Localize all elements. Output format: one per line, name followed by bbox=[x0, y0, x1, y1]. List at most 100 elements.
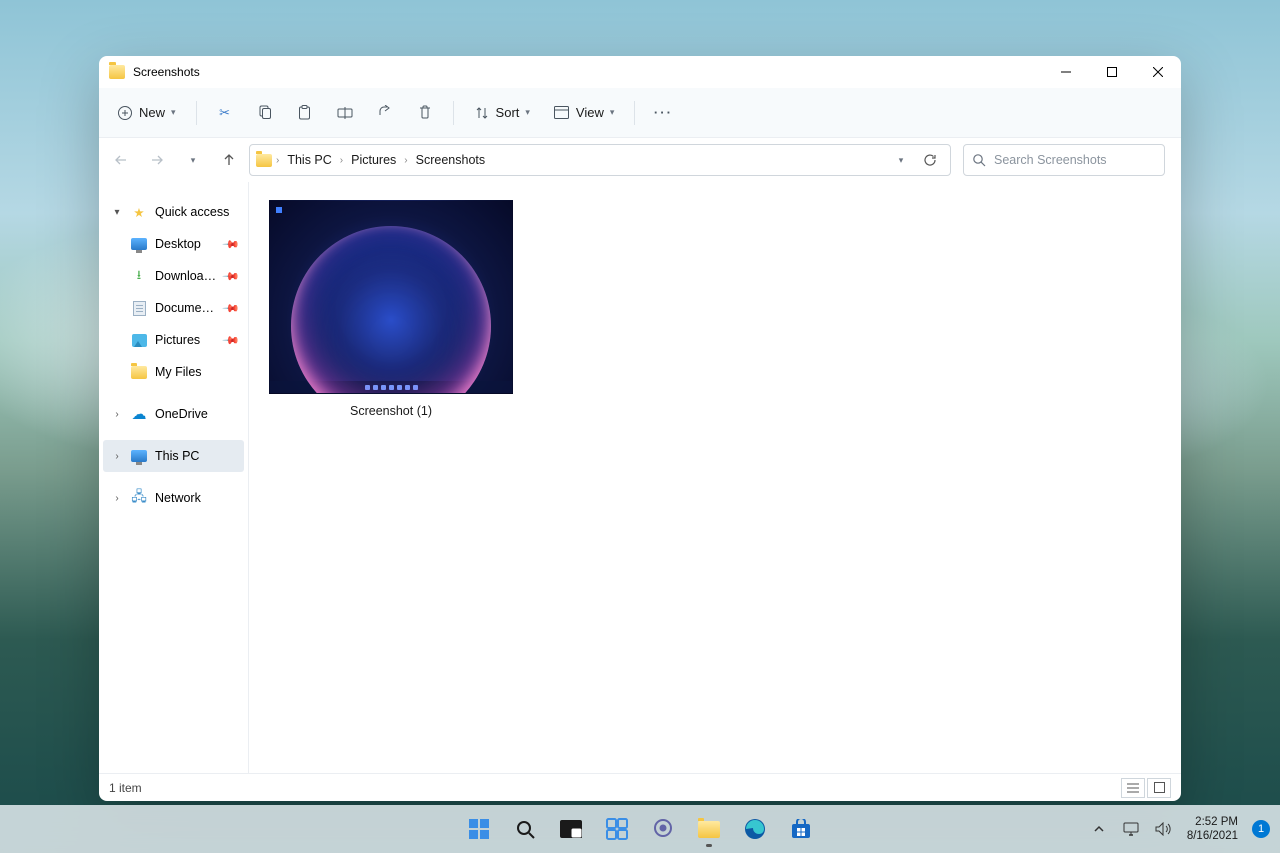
up-button[interactable] bbox=[213, 144, 245, 176]
view-button[interactable]: View ▾ bbox=[544, 96, 624, 130]
status-bar: 1 item bbox=[99, 773, 1181, 801]
volume-tray-icon[interactable] bbox=[1149, 809, 1177, 849]
task-view-button[interactable] bbox=[551, 809, 591, 849]
search-box[interactable] bbox=[963, 144, 1165, 176]
edge-app[interactable] bbox=[735, 809, 775, 849]
more-button[interactable]: ··· bbox=[645, 96, 681, 130]
file-list[interactable]: Screenshot (1) bbox=[249, 182, 1181, 773]
sidebar-item-label: My Files bbox=[155, 365, 244, 379]
notification-count: 1 bbox=[1258, 823, 1264, 835]
file-explorer-app[interactable] bbox=[689, 809, 729, 849]
store-app[interactable] bbox=[781, 809, 821, 849]
chevron-right-icon: › bbox=[276, 155, 279, 166]
sidebar-item-label: Documents bbox=[155, 301, 216, 315]
titlebar[interactable]: Screenshots bbox=[99, 56, 1181, 88]
widgets-icon bbox=[605, 817, 629, 841]
sidebar-network[interactable]: › 🖧 Network bbox=[103, 482, 244, 514]
pin-icon: 📌 bbox=[222, 267, 241, 286]
speaker-icon bbox=[1155, 822, 1171, 836]
search-input[interactable] bbox=[994, 153, 1156, 167]
forward-button[interactable] bbox=[141, 144, 173, 176]
arrow-right-icon bbox=[150, 153, 164, 167]
sidebar-item-downloads[interactable]: ⭳ Downloads 📌 bbox=[103, 260, 244, 292]
cut-button[interactable]: ✂ bbox=[207, 96, 243, 130]
refresh-button[interactable] bbox=[916, 147, 944, 173]
clock-time: 2:52 PM bbox=[1187, 815, 1238, 829]
file-item[interactable]: Screenshot (1) bbox=[269, 200, 513, 418]
paste-button[interactable] bbox=[287, 96, 323, 130]
sort-button[interactable]: Sort ▾ bbox=[464, 96, 540, 130]
back-button[interactable] bbox=[105, 144, 137, 176]
task-view-icon bbox=[559, 817, 583, 841]
sidebar-this-pc[interactable]: › This PC bbox=[103, 440, 244, 472]
monitor-icon bbox=[1123, 822, 1139, 836]
sidebar-item-pictures[interactable]: Pictures 📌 bbox=[103, 324, 244, 356]
trash-icon bbox=[417, 105, 433, 121]
maximize-button[interactable] bbox=[1089, 56, 1135, 88]
network-icon: 🖧 bbox=[131, 490, 147, 506]
breadcrumb-screenshots[interactable]: Screenshots bbox=[412, 151, 489, 169]
arrow-left-icon bbox=[114, 153, 128, 167]
file-thumbnail bbox=[269, 200, 513, 394]
details-view-toggle[interactable] bbox=[1121, 778, 1145, 798]
chevron-right-icon: › bbox=[111, 408, 123, 420]
separator bbox=[634, 101, 635, 125]
address-dropdown-button[interactable]: ▾ bbox=[888, 147, 914, 173]
window-title: Screenshots bbox=[133, 65, 200, 79]
sidebar-item-my-files[interactable]: My Files bbox=[103, 356, 244, 388]
maximize-icon bbox=[1107, 67, 1117, 77]
chevron-right-icon: › bbox=[404, 155, 407, 166]
network-tray-icon[interactable] bbox=[1117, 809, 1145, 849]
breadcrumb-pictures[interactable]: Pictures bbox=[347, 151, 400, 169]
delete-button[interactable] bbox=[407, 96, 443, 130]
sidebar-item-label: Desktop bbox=[155, 237, 216, 251]
sidebar-item-documents[interactable]: Documents 📌 bbox=[103, 292, 244, 324]
copy-button[interactable] bbox=[247, 96, 283, 130]
clock-date: 8/16/2021 bbox=[1187, 829, 1238, 843]
command-toolbar: New ▾ ✂ Sort ▾ View ▾ ··· bbox=[99, 88, 1181, 138]
chat-icon bbox=[651, 817, 675, 841]
notification-badge[interactable]: 1 bbox=[1252, 820, 1270, 838]
close-button[interactable] bbox=[1135, 56, 1181, 88]
chevron-down-icon: ▾ bbox=[191, 155, 196, 166]
sort-icon bbox=[474, 105, 490, 121]
rename-button[interactable] bbox=[327, 96, 363, 130]
document-icon bbox=[131, 300, 147, 316]
sidebar-quick-access[interactable]: ▾ ★ Quick access bbox=[103, 196, 244, 228]
new-button[interactable]: New ▾ bbox=[107, 96, 186, 130]
taskbar[interactable]: 2:52 PM 8/16/2021 1 bbox=[0, 805, 1280, 853]
pin-icon: 📌 bbox=[222, 235, 241, 254]
sort-label: Sort bbox=[496, 105, 520, 120]
view-icon bbox=[554, 105, 570, 121]
widgets-button[interactable] bbox=[597, 809, 637, 849]
thumbnails-view-toggle[interactable] bbox=[1147, 778, 1171, 798]
chevron-down-icon: ▾ bbox=[171, 107, 176, 118]
folder-icon bbox=[256, 154, 272, 167]
minimize-button[interactable] bbox=[1043, 56, 1089, 88]
start-button[interactable] bbox=[459, 809, 499, 849]
chat-button[interactable] bbox=[643, 809, 683, 849]
chevron-right-icon: › bbox=[340, 155, 343, 166]
sidebar-item-desktop[interactable]: Desktop 📌 bbox=[103, 228, 244, 260]
sidebar-onedrive[interactable]: › ☁ OneDrive bbox=[103, 398, 244, 430]
navigation-pane: ▾ ★ Quick access Desktop 📌 ⭳ Downloads 📌… bbox=[99, 182, 249, 773]
system-tray: 2:52 PM 8/16/2021 1 bbox=[1085, 805, 1274, 853]
breadcrumb-this-pc[interactable]: This PC bbox=[283, 151, 335, 169]
clock[interactable]: 2:52 PM 8/16/2021 bbox=[1181, 815, 1244, 844]
scissors-icon: ✂ bbox=[217, 105, 233, 121]
recent-locations-button[interactable]: ▾ bbox=[177, 144, 209, 176]
refresh-icon bbox=[923, 153, 937, 167]
sidebar-item-label: OneDrive bbox=[155, 407, 244, 421]
address-bar[interactable]: › This PC › Pictures › Screenshots ▾ bbox=[249, 144, 951, 176]
file-explorer-window: Screenshots New ▾ ✂ bbox=[99, 56, 1181, 801]
sidebar-item-label: Pictures bbox=[155, 333, 216, 347]
chevron-up-icon bbox=[1093, 823, 1105, 835]
search-button[interactable] bbox=[505, 809, 545, 849]
tray-overflow-button[interactable] bbox=[1085, 809, 1113, 849]
sidebar-item-label: Downloads bbox=[155, 269, 216, 283]
share-button[interactable] bbox=[367, 96, 403, 130]
clipboard-icon bbox=[297, 105, 313, 121]
search-icon bbox=[513, 817, 537, 841]
chevron-down-icon: ▾ bbox=[111, 206, 123, 218]
body-area: ▾ ★ Quick access Desktop 📌 ⭳ Downloads 📌… bbox=[99, 182, 1181, 773]
